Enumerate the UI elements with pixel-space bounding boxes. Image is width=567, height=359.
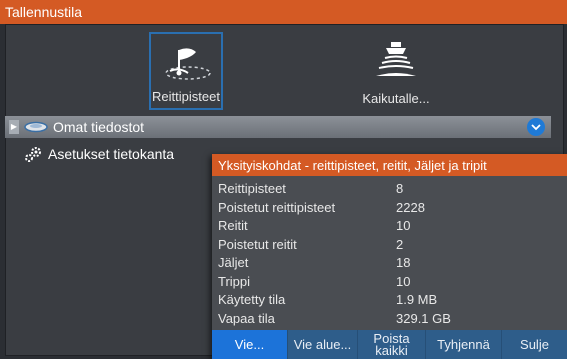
detail-key: Jäljet (218, 255, 249, 270)
detail-row: Käytetty tila 1.9 MB (218, 292, 516, 311)
gears-icon (24, 146, 44, 162)
dialog-title: Yksityiskohdat - reittipisteet, reitit, … (218, 157, 487, 173)
echo-sounder-label: Kaikutalle... (362, 91, 430, 106)
waypoints-tile[interactable]: Reittipisteet (149, 32, 223, 110)
detail-value: 8 (396, 181, 404, 196)
details-dialog: Yksityiskohdat - reittipisteet, reitit, … (212, 154, 567, 359)
echo-sounder-tile[interactable]: Kaikutalle... (359, 32, 433, 110)
detail-value: 2228 (396, 199, 425, 215)
dialog-button-bar: Vie... Vie alue... Poista kaikki Tyhjenn… (212, 330, 567, 359)
settings-db-row[interactable]: Asetukset tietokanta (24, 146, 174, 162)
details-list: Reittipisteet 8 Poistetut reittipisteet … (218, 181, 516, 329)
detail-key: Vapaa tila (218, 310, 275, 326)
detail-value: 10 (396, 218, 411, 233)
detail-row: Vapaa tila 329.1 GB (218, 311, 516, 330)
export-area-button[interactable]: Vie alue... (288, 330, 358, 359)
window-title: Tallennustila (5, 4, 83, 20)
my-files-row[interactable]: ▶ Omat tiedostot (5, 116, 551, 138)
detail-key: Reitit (218, 218, 248, 233)
detail-value: 18 (396, 255, 411, 270)
waypoints-label: Reittipisteet (152, 89, 220, 104)
detail-key: Poistetut reitit (218, 236, 297, 252)
chevron-down-icon[interactable] (527, 118, 545, 136)
storage-icon (23, 120, 49, 134)
detail-row: Jäljet 18 (218, 255, 516, 274)
close-button[interactable]: Sulje (502, 330, 567, 359)
detail-row: Trippi 10 (218, 274, 516, 293)
detail-value: 1.9 MB (396, 292, 438, 307)
detail-row: Poistetut reitit 2 (218, 237, 516, 256)
delete-all-label-line2: kaikki (375, 342, 408, 358)
echo-sounder-icon (359, 38, 433, 82)
title-bar: Tallennustila (0, 0, 567, 24)
detail-key: Poistetut reittipisteet (218, 199, 336, 215)
detail-value: 10 (396, 273, 411, 289)
detail-key: Reittipisteet (218, 181, 286, 196)
expand-arrow-icon[interactable]: ▶ (9, 120, 19, 134)
flag-waypoint-icon (151, 40, 221, 84)
clear-button[interactable]: Tyhjennä (426, 330, 502, 359)
detail-key: Trippi (218, 273, 251, 289)
dialog-header: Yksityiskohdat - reittipisteet, reitit, … (212, 154, 567, 176)
detail-key: Käytetty tila (218, 292, 286, 307)
icon-bar: Reittipisteet Kaikutalle... (6, 25, 563, 111)
detail-row: Poistetut reittipisteet 2228 (218, 200, 516, 219)
detail-row: Reittipisteet 8 (218, 181, 516, 200)
delete-all-button[interactable]: Poista kaikki (358, 330, 426, 359)
export-button[interactable]: Vie... (212, 330, 288, 359)
detail-value: 329.1 GB (396, 310, 451, 326)
settings-db-label: Asetukset tietokanta (48, 146, 175, 162)
detail-value: 2 (396, 236, 404, 252)
detail-row: Reitit 10 (218, 218, 516, 237)
my-files-label: Omat tiedostot (53, 119, 145, 135)
